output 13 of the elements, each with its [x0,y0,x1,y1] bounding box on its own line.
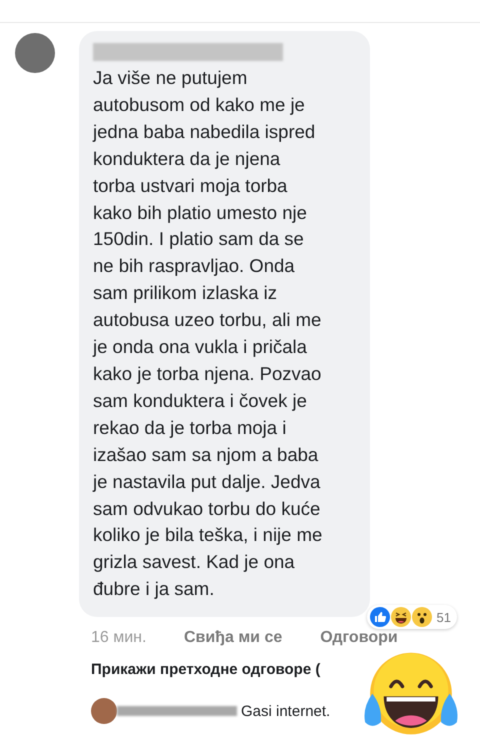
show-replies-link[interactable]: Прикажи претходне одговоре ( [91,661,320,678]
reply-link[interactable]: Одговори [320,629,398,648]
reply-text: Gasi internet. [241,702,330,720]
timestamp: 16 мин. [91,629,148,648]
laughing-face-icon [390,607,411,628]
avatar[interactable] [91,698,117,724]
surprised-face-icon [412,607,432,628]
like-link[interactable]: Свиђа ми се [184,629,282,648]
thumbs-up-icon [370,607,390,628]
reaction-count: 51 [436,610,451,625]
comment-text: Ja više ne putujem autobusom od kako me je jedna baba nabedila ispred konduktera da je njena torba ustvari moja torba kako bih platio umesto nje 150din. I platio sam da se ne bih raspravljao. Onda sam prilikom izlaska iz autobusa uzeo torbu, ali me je onda ona vukla i pričala kako je torba njena. Pozvao sam konduktera i čovek je rekao da je torba moja i izašao sam sa njom a baba je nastavila put dalje. Jedva sam odvukao torbu do kuće koliko je bila teška, i nije me grizla savest. Kad je ona đubre i ja sam. [93,66,324,602]
avatar[interactable] [15,33,55,73]
reactions-pill[interactable]: 51 [366,605,457,630]
